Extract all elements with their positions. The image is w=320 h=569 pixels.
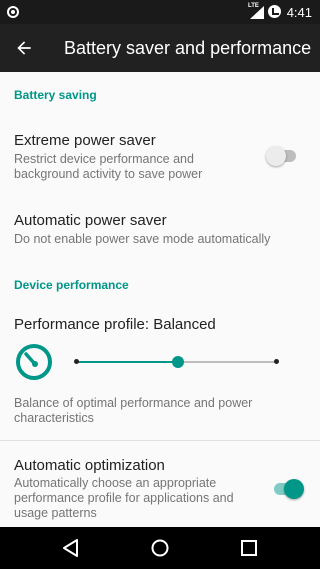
automatic-power-saver-title: Automatic power saver — [14, 212, 167, 229]
signal-icon — [250, 6, 264, 19]
nav-back-icon[interactable] — [60, 537, 82, 559]
notification-icon — [7, 6, 19, 18]
slider-track-filled — [77, 361, 178, 363]
automatic-optimization-switch[interactable] — [272, 477, 306, 499]
automatic-optimization-subtitle: Automatically choose an appropriate perf… — [14, 476, 234, 520]
extreme-power-saver-title: Extreme power saver — [14, 132, 156, 149]
switch-thumb — [284, 479, 304, 499]
sync-icon — [268, 5, 281, 18]
performance-profile-slider[interactable] — [74, 352, 284, 372]
slider-tick-low — [74, 359, 79, 364]
extreme-power-saver-subtitle: Restrict device performance and backgrou… — [14, 152, 203, 181]
slider-track-remaining — [178, 361, 277, 363]
automatic-power-saver-subtitle: Do not enable power save mode automatica… — [14, 232, 271, 246]
arrow-back-icon[interactable] — [14, 38, 34, 58]
slider-thumb[interactable] — [172, 356, 184, 368]
slider-tick-high — [274, 359, 279, 364]
speedometer-icon — [16, 344, 52, 380]
clock: 4:41 — [286, 5, 312, 20]
navigation-bar — [0, 527, 320, 569]
performance-profile-title: Performance profile: Balanced — [14, 316, 216, 333]
divider — [0, 440, 320, 441]
nav-home-icon[interactable] — [149, 537, 171, 559]
switch-thumb — [266, 146, 286, 166]
page-title: Battery saver and performance — [64, 38, 312, 58]
section-header-battery-saving: Battery saving — [14, 88, 97, 102]
status-bar: LTE 4:41 — [0, 0, 320, 24]
performance-profile-description: Balance of optimal performance and power… — [14, 396, 253, 425]
section-header-device-performance: Device performance — [14, 278, 129, 292]
nav-recents-icon[interactable] — [238, 537, 260, 559]
automatic-optimization-title: Automatic optimization — [14, 457, 165, 474]
extreme-power-saver-switch[interactable] — [266, 144, 300, 166]
app-bar: Battery saver and performance — [0, 24, 320, 72]
